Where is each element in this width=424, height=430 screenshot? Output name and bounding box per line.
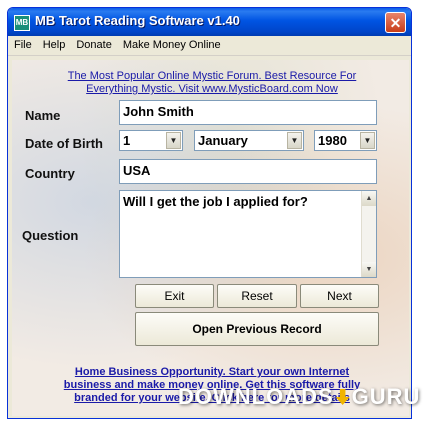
question-label: Question	[22, 228, 79, 243]
business-link-line1: Home Business Opportunity. Start your ow…	[74, 366, 350, 378]
tarot-background-panel: The Most Popular Online Mystic Forum. Be…	[12, 60, 409, 416]
mysticboard-link-line2: Everything Mystic. Visit www.MysticBoard…	[86, 83, 338, 95]
question-scrollbar[interactable]: ▲ ▼	[361, 191, 376, 277]
name-label: Name	[25, 108, 61, 123]
country-input[interactable]: USA	[119, 159, 377, 184]
month-select[interactable]: January ▼	[194, 130, 304, 151]
chevron-down-icon[interactable]: ▼	[360, 132, 375, 149]
download-arrow-icon	[335, 389, 350, 405]
chevron-down-icon[interactable]: ▼	[166, 132, 181, 149]
scroll-up-icon[interactable]: ▲	[362, 191, 376, 206]
mysticboard-link[interactable]: The Most Popular Online Mystic Forum. Be…	[22, 70, 402, 96]
app-icon: MB	[14, 15, 30, 31]
day-select[interactable]: 1 ▼	[119, 130, 183, 151]
downloads-guru-watermark: DOWNLOADS GURU	[178, 384, 420, 410]
year-value: 1980	[318, 133, 347, 148]
next-button[interactable]: Next	[300, 284, 379, 308]
question-textarea[interactable]: Will I get the job I applied for? ▲ ▼	[119, 190, 377, 278]
reset-button[interactable]: Reset	[217, 284, 297, 308]
name-input[interactable]: John Smith	[119, 100, 377, 125]
open-previous-record-button[interactable]: Open Previous Record	[135, 312, 379, 346]
dob-label: Date of Birth	[25, 136, 103, 151]
close-button[interactable]: ✕	[385, 12, 406, 33]
menu-file[interactable]: File	[8, 36, 37, 51]
menu-bar: File Help Donate Make Money Online	[8, 36, 411, 56]
month-value: January	[198, 133, 248, 148]
title-bar[interactable]: MB MB Tarot Reading Software v1.40 ✕	[8, 8, 411, 36]
window-title: MB Tarot Reading Software v1.40	[35, 13, 240, 28]
watermark-left: DOWNLOADS	[178, 384, 334, 409]
watermark-right: GURU	[351, 384, 421, 409]
exit-button[interactable]: Exit	[135, 284, 214, 308]
day-value: 1	[123, 133, 131, 148]
country-label: Country	[25, 166, 75, 181]
scroll-down-icon[interactable]: ▼	[362, 262, 376, 277]
menu-make-money-online[interactable]: Make Money Online	[117, 36, 226, 51]
mysticboard-link-line1: The Most Popular Online Mystic Forum. Be…	[67, 70, 357, 82]
question-text: Will I get the job I applied for?	[123, 194, 308, 209]
app-window: MB MB Tarot Reading Software v1.40 ✕ Fil…	[7, 7, 412, 419]
chevron-down-icon[interactable]: ▼	[287, 132, 302, 149]
year-select[interactable]: 1980 ▼	[314, 130, 377, 151]
menu-donate[interactable]: Donate	[70, 36, 116, 51]
menu-help[interactable]: Help	[37, 36, 71, 51]
